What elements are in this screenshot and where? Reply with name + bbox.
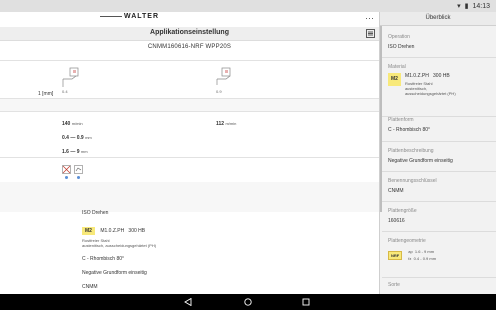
material-badge: M2 xyxy=(388,73,401,86)
divider xyxy=(0,60,379,61)
geometry-badge: NRF xyxy=(388,250,403,260)
overview-designation: Benennungsschlüssel CNMM xyxy=(388,178,437,194)
page-title: Applikationseinstellung xyxy=(150,29,229,36)
overview-plate-size: Plattengröße 160616 xyxy=(388,208,417,224)
title-bar: Applikationseinstellung xyxy=(0,27,379,41)
battery-icon: ▮ xyxy=(464,2,469,10)
overview-panel: Überblick Operation ISO Drehen Material … xyxy=(379,12,496,294)
navigation-bar xyxy=(0,294,496,310)
logo-text: WALTER xyxy=(124,13,160,20)
material-hardness: 300 HB xyxy=(128,228,146,234)
status-dot-icon xyxy=(77,176,80,179)
empty-band xyxy=(0,99,379,111)
divider xyxy=(382,57,496,58)
crossed-coolant-icon xyxy=(62,165,71,174)
material-badge: M2 xyxy=(82,227,95,235)
material-line: M2 M1.0.Z.PH 300 HB xyxy=(82,227,145,235)
divider xyxy=(0,157,379,158)
divider xyxy=(382,141,496,142)
empty-band xyxy=(0,182,379,212)
material-desc-2: austenitisch, ausscheidungsgehärtet (PH) xyxy=(82,243,157,248)
overview-operation: Operation ISO Drehen xyxy=(388,34,415,50)
wifi-icon: ▾ xyxy=(457,2,461,10)
more-options-icon[interactable]: ⋯ xyxy=(365,13,374,24)
divider xyxy=(382,277,496,278)
depth-range: 1.6 — 9 mm xyxy=(62,149,88,155)
divider xyxy=(0,111,379,112)
divider xyxy=(382,201,496,202)
tool-left-icon xyxy=(62,67,79,87)
recents-icon[interactable] xyxy=(302,298,310,306)
home-icon[interactable] xyxy=(244,298,252,306)
main-content: WALTER ⋯ Applikationseinstellung CNMM160… xyxy=(0,12,379,294)
overview-plate-shape: Plattenform C - Rhombisch 80° xyxy=(388,117,431,133)
status-dot-icon xyxy=(65,176,68,179)
material-code: M1.0.Z.PH xyxy=(100,228,125,234)
tool-right-label: 0.9 xyxy=(216,89,222,94)
plate-shape: C - Rhombisch 80° xyxy=(82,256,125,262)
overview-plate-description: Plattenbeschreibung Negative Grundform e… xyxy=(388,148,453,164)
depth-label: 1 [mm] xyxy=(38,91,54,97)
logo-line xyxy=(100,16,122,17)
overview-grade: Sorte xyxy=(388,282,400,288)
operation-text: ISO Drehen xyxy=(82,210,109,216)
cutting-speed-left: 140 m/min xyxy=(62,121,83,127)
panel-scrollbar[interactable] xyxy=(380,26,382,212)
tool-right-icon xyxy=(216,67,231,85)
status-time: 14:13 xyxy=(472,2,490,10)
feed-range: 0.4 — 0.9 mm xyxy=(62,135,92,141)
status-bar: ▾ ▮ 14:13 xyxy=(0,0,496,12)
cutting-speed-right: 112 m/min xyxy=(216,121,237,127)
walter-logo: WALTER xyxy=(100,13,159,20)
tool-designation: CNMM160616-NRF WPP20S xyxy=(147,44,232,50)
divider xyxy=(382,231,496,232)
plate-description: Negative Grundform einseitig xyxy=(82,270,147,276)
divider xyxy=(382,171,496,172)
overview-material: Material M2 M1.0.Z.PH 300 HB Rostfreier … xyxy=(388,64,456,96)
overview-plate-geometry: Plattengeometrie NRF ap 1.6 - 9 mm fz 0.… xyxy=(388,238,437,261)
list-menu-icon[interactable] xyxy=(366,29,375,38)
tool-left-label: 0.4 xyxy=(62,89,68,94)
panel-title: Überblick xyxy=(380,12,496,26)
coolant-icon xyxy=(74,165,83,174)
back-icon[interactable] xyxy=(184,298,192,306)
designation: CNMM xyxy=(82,284,98,290)
